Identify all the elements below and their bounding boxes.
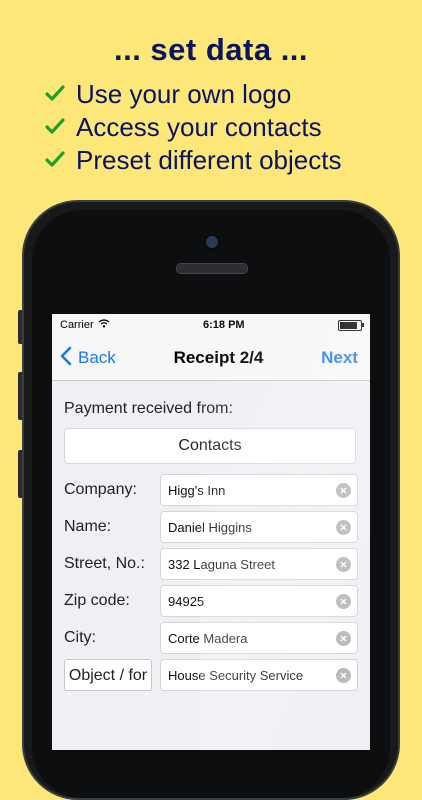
form-row-city: City: Corte Madera xyxy=(64,622,358,654)
form-row-street: Street, No.: 332 Laguna Street xyxy=(64,548,358,580)
form-row-zip: Zip code: 94925 xyxy=(64,585,358,617)
status-time: 6:18 PM xyxy=(203,319,245,331)
back-button[interactable]: Back xyxy=(60,346,116,371)
contacts-button[interactable]: Contacts xyxy=(64,428,356,464)
form-row-object: Object / for House Security Service xyxy=(64,659,358,691)
promo-banner: ... set data ... Use your own logo Acces… xyxy=(0,0,422,200)
name-input[interactable]: Daniel Higgins xyxy=(160,511,358,543)
feature-text: Use your own logo xyxy=(76,78,292,109)
front-camera xyxy=(204,234,220,250)
checkmark-icon xyxy=(44,149,66,171)
status-bar: Carrier 6:18 PM xyxy=(52,314,370,336)
field-label: Zip code: xyxy=(64,592,130,609)
phone-screen: Carrier 6:18 PM Back Receipt 2/4 Next Pa… xyxy=(52,314,370,750)
clear-icon[interactable] xyxy=(336,557,351,572)
field-value: Corte Madera xyxy=(168,630,248,646)
form-row-company: Company: Higg's Inn xyxy=(64,474,358,506)
clear-icon[interactable] xyxy=(336,483,351,498)
status-left: Carrier xyxy=(60,319,110,331)
chevron-left-icon xyxy=(60,346,72,371)
feature-item: Preset different objects xyxy=(44,144,341,176)
zip-code-input[interactable]: 94925 xyxy=(160,585,358,617)
field-label: Company: xyxy=(64,481,137,498)
clear-icon[interactable] xyxy=(336,631,351,646)
feature-text: Access your contacts xyxy=(76,111,322,142)
object-for-selector[interactable]: Object / for xyxy=(64,659,152,691)
field-value: Daniel Higgins xyxy=(168,519,252,535)
field-value: 94925 xyxy=(168,593,205,609)
checkmark-icon xyxy=(44,116,66,138)
form-row-name: Name: Daniel Higgins xyxy=(64,511,358,543)
city-input[interactable]: Corte Madera xyxy=(160,622,358,654)
field-label: Street, No.: xyxy=(64,555,145,572)
street-input[interactable]: 332 Laguna Street xyxy=(160,548,358,580)
field-label: City: xyxy=(64,629,96,646)
company-input[interactable]: Higg's Inn xyxy=(160,474,358,506)
payment-received-label: Payment received from: xyxy=(64,400,233,417)
page-title: Receipt 2/4 xyxy=(173,348,264,367)
back-label: Back xyxy=(78,348,116,367)
earpiece-speaker xyxy=(176,263,248,274)
promo-title: ... set data ... xyxy=(113,32,309,67)
navigation-bar: Back Receipt 2/4 Next xyxy=(52,336,370,381)
clear-icon[interactable] xyxy=(336,668,351,683)
wifi-icon xyxy=(98,319,110,331)
field-value: House Security Service xyxy=(168,667,304,683)
checkmark-icon xyxy=(44,83,66,105)
field-label: Name: xyxy=(64,518,112,535)
feature-text: Preset different objects xyxy=(76,144,342,175)
battery-icon xyxy=(337,319,364,331)
clear-icon[interactable] xyxy=(336,520,351,535)
field-value: 332 Laguna Street xyxy=(168,556,275,572)
field-value: Higg's Inn xyxy=(168,482,226,498)
carrier-label: Carrier xyxy=(60,319,94,331)
clear-icon[interactable] xyxy=(336,594,351,609)
feature-item: Use your own logo xyxy=(44,78,291,110)
next-button[interactable]: Next xyxy=(321,348,358,368)
feature-item: Access your contacts xyxy=(44,111,322,143)
object-input[interactable]: House Security Service xyxy=(160,659,358,691)
